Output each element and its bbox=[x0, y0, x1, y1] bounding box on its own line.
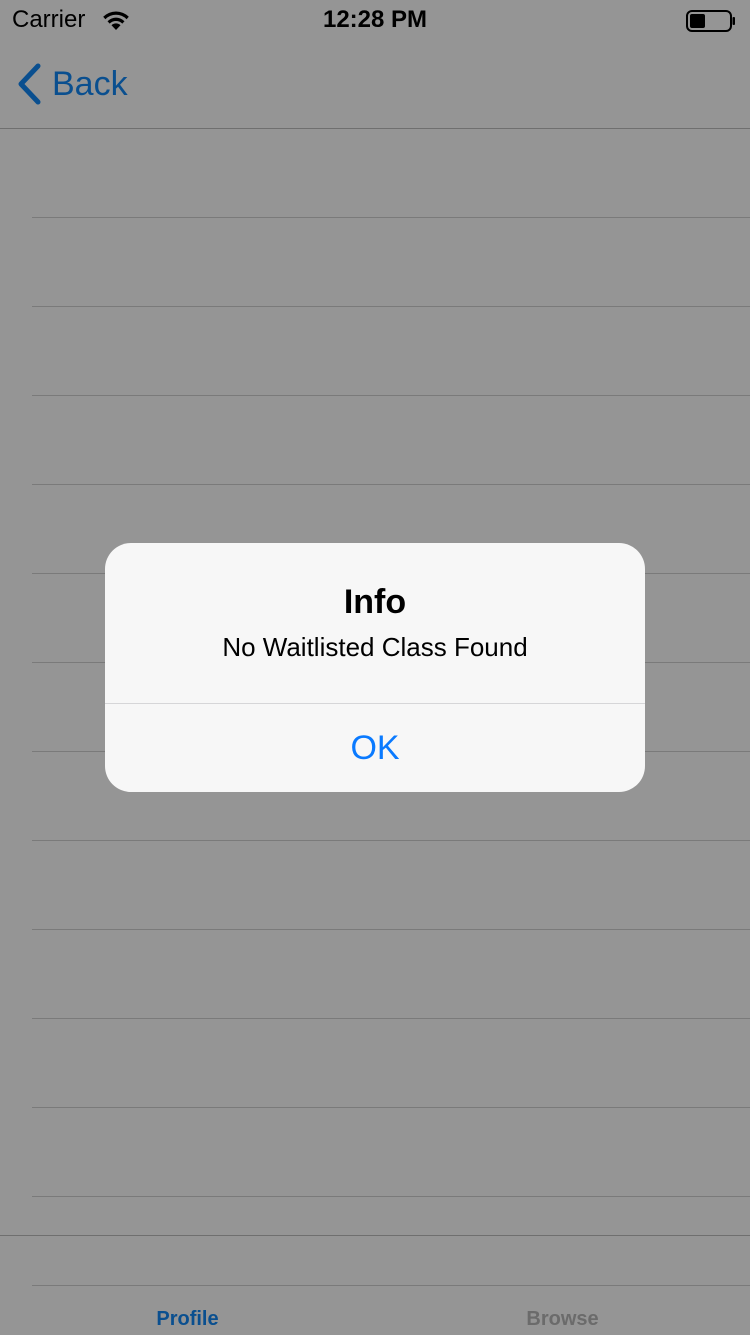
status-bar: Carrier 12:28 PM bbox=[0, 0, 750, 40]
table-row[interactable] bbox=[32, 841, 750, 930]
table-row[interactable] bbox=[32, 307, 750, 396]
table-row[interactable] bbox=[32, 129, 750, 218]
tab-browse-label: Browse bbox=[526, 1308, 599, 1330]
back-label: Back bbox=[52, 64, 128, 103]
tab-profile[interactable]: Profile bbox=[0, 1236, 375, 1335]
tab-profile-label: Profile bbox=[156, 1308, 219, 1330]
back-button[interactable]: Back bbox=[16, 62, 128, 106]
table-row[interactable] bbox=[32, 1019, 750, 1108]
tab-bar: Profile Browse bbox=[0, 1235, 750, 1335]
ok-button[interactable]: OK bbox=[105, 704, 645, 792]
alert-message: No Waitlisted Class Found bbox=[222, 632, 528, 662]
alert-dialog: Info No Waitlisted Class Found OK bbox=[105, 543, 645, 792]
alert-title: Info bbox=[343, 583, 407, 621]
chevron-left-icon bbox=[18, 63, 41, 105]
table-row[interactable] bbox=[32, 1108, 750, 1197]
table-row[interactable] bbox=[32, 930, 750, 1019]
navigation-bar: Back bbox=[0, 40, 750, 129]
table-row[interactable] bbox=[32, 218, 750, 307]
battery-icon bbox=[686, 10, 735, 32]
status-time: 12:28 PM bbox=[322, 6, 428, 33]
table-row[interactable] bbox=[32, 396, 750, 485]
tab-browse[interactable]: Browse bbox=[375, 1236, 750, 1335]
